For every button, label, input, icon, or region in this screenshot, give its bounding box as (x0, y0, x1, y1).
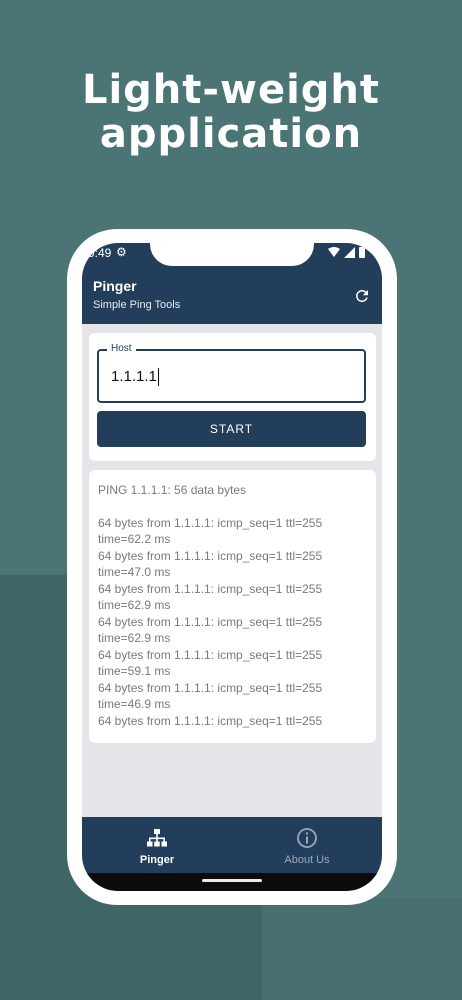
ping-output-line: 64 bytes from 1.1.1.1: icmp_seq=1 ttl=25… (98, 581, 323, 596)
ping-output-line: time=46.9 ms (98, 697, 171, 711)
start-button[interactable]: START (97, 411, 366, 447)
nav-label-about-us: About Us (284, 854, 330, 866)
ping-output-card: PING 1.1.1.1: 56 data bytes 64 bytes fro… (89, 470, 376, 743)
host-input-value: 1.1.1.1 (111, 368, 157, 385)
ping-output: PING 1.1.1.1: 56 data bytes 64 bytes fro… (98, 482, 370, 729)
cellular-signal-icon (344, 247, 355, 258)
phone-screen: 9:49 ⚙ Pinger Simple Ping Tools Host 1.1… (82, 243, 382, 891)
ping-output-line: time=47.0 ms (98, 565, 171, 579)
phone-frame: 9:49 ⚙ Pinger Simple Ping Tools Host 1.1… (67, 229, 397, 905)
network-tree-icon (147, 829, 167, 847)
app-bar: 9:49 ⚙ Pinger Simple Ping Tools (82, 243, 382, 324)
status-time: 9:49 (88, 246, 112, 260)
nav-item-about-us[interactable]: About Us (232, 817, 382, 873)
system-gesture-bar (82, 873, 382, 891)
settings-gear-icon: ⚙ (116, 245, 127, 259)
camera-notch (150, 243, 314, 266)
wifi-icon (328, 247, 340, 257)
ping-output-line: 64 bytes from 1.1.1.1: icmp_seq=1 ttl=25… (98, 614, 323, 629)
text-caret (157, 368, 159, 387)
ping-output-header: PING 1.1.1.1: 56 data bytes (98, 483, 247, 497)
ping-output-line: time=62.9 ms (98, 598, 171, 612)
output-spacer (98, 499, 370, 515)
host-label: Host (107, 343, 136, 354)
ping-output-line: 64 bytes from 1.1.1.1: icmp_seq=1 ttl=25… (98, 548, 323, 563)
ping-output-line: 64 bytes from 1.1.1.1: icmp_seq=1 ttl=25… (98, 647, 323, 662)
host-card: Host 1.1.1.1 START (89, 333, 376, 461)
host-field[interactable]: Host 1.1.1.1 (97, 343, 366, 403)
host-input[interactable]: 1.1.1.1 (111, 368, 351, 387)
app-title: Pinger (93, 278, 137, 294)
ping-output-line: time=62.9 ms (98, 631, 171, 645)
app-subtitle: Simple Ping Tools (93, 299, 181, 311)
background-block-right (262, 898, 462, 1000)
home-indicator[interactable] (202, 879, 262, 882)
status-icons (328, 247, 365, 258)
ping-output-line: 64 bytes from 1.1.1.1: icmp_seq=1 ttl=25… (98, 680, 323, 695)
promo-headline-line2: application (99, 111, 363, 157)
ping-output-line: 64 bytes from 1.1.1.1: icmp_seq=1 ttl=25… (98, 515, 323, 530)
ping-output-line: 64 bytes from 1.1.1.1: icmp_seq=1 ttl=25… (98, 713, 323, 728)
info-icon (297, 828, 317, 848)
battery-icon (359, 247, 365, 258)
refresh-icon[interactable] (353, 287, 371, 305)
promo-headline-line1: Light-weight (81, 67, 381, 113)
nav-label-pinger: Pinger (139, 854, 175, 866)
bottom-nav: Pinger About Us (82, 817, 382, 873)
ping-output-line: time=62.2 ms (98, 532, 171, 546)
promo-headline: Light-weight application (0, 68, 462, 156)
ping-output-line: time=59.1 ms (98, 664, 171, 678)
nav-item-pinger[interactable]: Pinger (82, 817, 232, 873)
